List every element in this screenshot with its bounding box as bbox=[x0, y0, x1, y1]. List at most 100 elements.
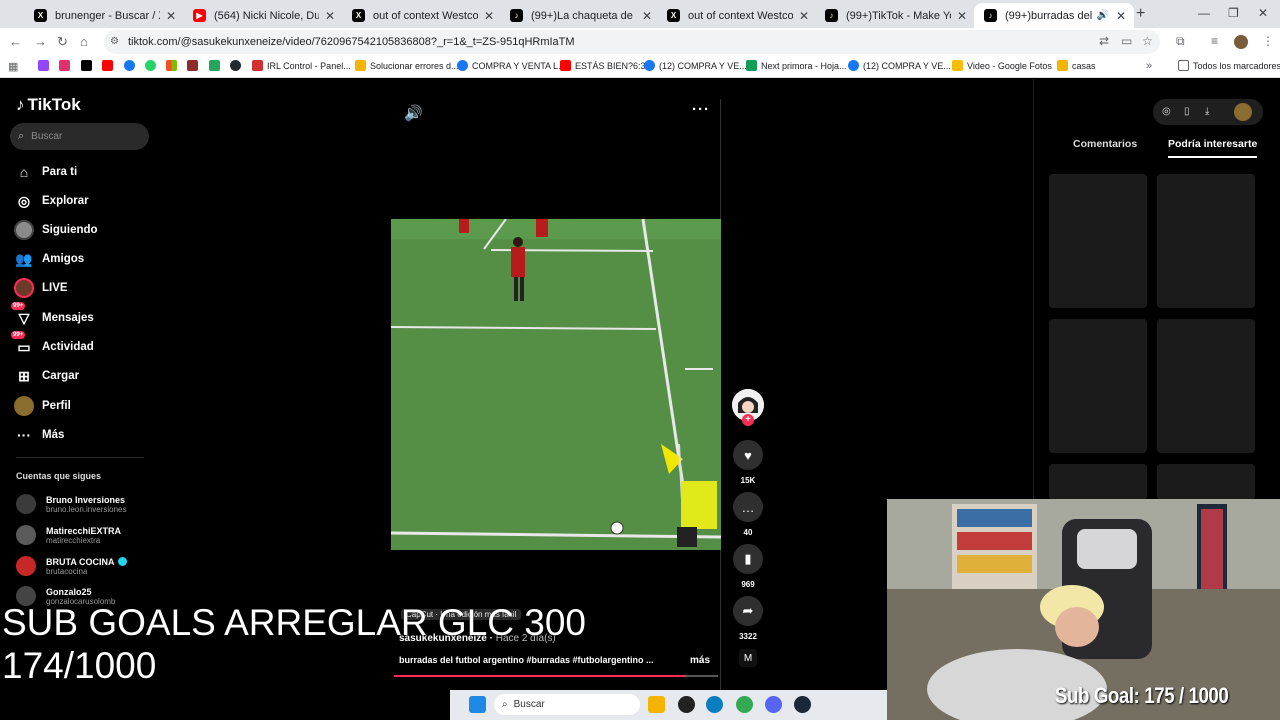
close-tab-icon[interactable]: ✕ bbox=[164, 9, 178, 23]
media-control-icon[interactable]: ≡ bbox=[1211, 34, 1218, 48]
nav-amigos[interactable]: 👥 Amigos bbox=[14, 247, 84, 271]
nav-para-ti[interactable]: ⌂ Para ti bbox=[14, 160, 77, 184]
download-icon[interactable]: ⤓ bbox=[1205, 106, 1209, 117]
search-input[interactable]: ⌕ Buscar bbox=[10, 123, 149, 150]
minimize-icon[interactable]: — bbox=[1198, 6, 1210, 20]
followed-account[interactable]: Bruno Inversiones bruno.leon.inversiones bbox=[16, 494, 127, 514]
tiktok-logo[interactable]: ♪ TikTok bbox=[16, 95, 81, 115]
bookmark-item[interactable]: ESTÁS BIEN?6:33 bbox=[560, 60, 651, 71]
bookmark-item[interactable]: (12) COMPRA Y VE... bbox=[644, 60, 747, 71]
video-progress-bar[interactable] bbox=[394, 675, 718, 677]
back-icon[interactable]: ← bbox=[9, 34, 22, 49]
device-icon[interactable]: ▯ bbox=[1184, 106, 1190, 117]
discord-icon[interactable] bbox=[765, 696, 782, 713]
suggested-video-thumb[interactable] bbox=[1049, 319, 1147, 453]
maximize-icon[interactable]: ❐ bbox=[1228, 6, 1239, 20]
more-options-icon[interactable]: ··· bbox=[692, 101, 710, 118]
nav-siguiendo[interactable]: Siguiendo bbox=[14, 218, 98, 242]
suggested-video-thumb[interactable] bbox=[1049, 174, 1147, 308]
profile-avatar[interactable] bbox=[1234, 103, 1252, 121]
chrome-icon[interactable] bbox=[736, 696, 753, 713]
forward-icon[interactable]: → bbox=[34, 34, 47, 49]
bookmark-item[interactable]: IRL Control - Panel... bbox=[252, 60, 351, 71]
github-desktop-icon[interactable] bbox=[678, 696, 695, 713]
bookmark-icon[interactable] bbox=[187, 60, 202, 71]
instagram-icon[interactable] bbox=[59, 60, 74, 71]
suggested-video-thumb[interactable] bbox=[1049, 464, 1147, 500]
tab-podria-interesarte[interactable]: Podría interesarte bbox=[1168, 138, 1258, 158]
browser-tab[interactable]: X out of context Westcol 👀 en X ✕ bbox=[342, 3, 502, 28]
window-close-icon[interactable]: ✕ bbox=[1258, 6, 1268, 20]
profile-avatar[interactable] bbox=[1234, 35, 1248, 49]
browser-tab[interactable]: X brunenger - Buscar / X ✕ bbox=[24, 3, 184, 28]
chevron-right-icon[interactable]: » bbox=[1146, 60, 1152, 72]
close-tab-icon[interactable]: ✕ bbox=[482, 9, 496, 23]
speaker-icon[interactable]: 🔊 bbox=[1096, 10, 1110, 21]
bookmark-item[interactable]: (12) COMPRA Y VE... bbox=[848, 60, 951, 71]
volume-icon[interactable]: 🔊 bbox=[404, 104, 423, 122]
suggested-video-thumb[interactable] bbox=[1157, 319, 1255, 453]
whatsapp-icon[interactable] bbox=[145, 60, 160, 71]
suggested-video-thumb[interactable] bbox=[1157, 464, 1255, 500]
bookmark-item[interactable]: Video - Google Fotos bbox=[952, 60, 1052, 71]
music-disc[interactable]: M bbox=[731, 649, 765, 667]
browser-tab[interactable]: ▶ (564) Nicki Nicole, Duki - MASO ✕ bbox=[183, 3, 343, 28]
address-bar[interactable]: tiktok.com/@sasukekunxeneize/video/76209… bbox=[104, 30, 1160, 54]
compass-small-icon[interactable]: ◎ bbox=[1162, 106, 1171, 117]
cast-icon[interactable]: ▭ bbox=[1121, 34, 1132, 48]
browser-tab[interactable]: ♪ (99+)La chaqueta de hades66 | ✕ bbox=[500, 3, 660, 28]
windows-start-icon[interactable] bbox=[469, 696, 486, 713]
steam-icon[interactable] bbox=[794, 696, 811, 713]
file-explorer-icon[interactable] bbox=[648, 696, 665, 713]
bookmark-item[interactable]: Next primora - Hoja... bbox=[746, 60, 847, 71]
apps-grid-icon[interactable]: ▦ bbox=[8, 60, 18, 73]
followed-account[interactable]: MatirecchiEXTRA matirecchiextra bbox=[16, 525, 121, 545]
follow-plus-button[interactable]: + bbox=[742, 414, 754, 426]
nav-perfil[interactable]: Perfil bbox=[14, 394, 71, 418]
browser-tab[interactable]: ♪ (99+)TikTok - Make Your Day ✕ bbox=[815, 3, 975, 28]
tab-comentarios[interactable]: Comentarios bbox=[1073, 138, 1137, 150]
save-action[interactable]: ▮ 969 bbox=[731, 544, 765, 589]
bookmark-item[interactable]: COMPRA Y VENTA L... bbox=[457, 60, 566, 71]
nav-live[interactable]: LIVE bbox=[14, 276, 68, 300]
taskbar-search-input[interactable]: ⌕ Buscar bbox=[494, 694, 640, 715]
followed-account[interactable]: BRUTA COCINA brutacocina bbox=[16, 556, 127, 576]
twitch-icon[interactable] bbox=[38, 60, 53, 71]
microsoft-icon[interactable] bbox=[166, 60, 181, 71]
translate-icon[interactable]: ⇄ bbox=[1099, 34, 1109, 48]
close-tab-icon[interactable]: ✕ bbox=[1114, 9, 1128, 23]
close-tab-icon[interactable]: ✕ bbox=[797, 9, 811, 23]
nav-actividad[interactable]: ▭ 99+ Actividad bbox=[11, 331, 94, 359]
close-tab-icon[interactable]: ✕ bbox=[323, 9, 337, 23]
nav-explorar[interactable]: ◎ Explorar bbox=[14, 189, 89, 213]
bookmark-star-icon[interactable]: ☆ bbox=[1142, 34, 1153, 48]
facebook-bookmark-icon[interactable] bbox=[124, 60, 139, 71]
extensions-icon[interactable]: ⧉ bbox=[1176, 34, 1185, 49]
home-icon[interactable]: ⌂ bbox=[80, 34, 88, 49]
github-icon[interactable] bbox=[230, 60, 245, 71]
close-tab-icon[interactable]: ✕ bbox=[640, 9, 654, 23]
bookmark-item[interactable]: Solucionar errores d... bbox=[355, 60, 459, 71]
video-player[interactable] bbox=[391, 219, 721, 550]
suggested-video-thumb[interactable] bbox=[1157, 174, 1255, 308]
browser-tab[interactable]: X out of context Westcol 👀 en X ✕ bbox=[657, 3, 817, 28]
nav-mensajes[interactable]: ▽ 99+ Mensajes bbox=[11, 302, 94, 330]
nav-cargar[interactable]: ⊞ Cargar bbox=[14, 364, 79, 388]
comment-action[interactable]: … 40 bbox=[731, 492, 765, 537]
caption-more-link[interactable]: más bbox=[690, 655, 710, 666]
edge-icon[interactable] bbox=[706, 696, 723, 713]
like-action[interactable]: ♥ 15K bbox=[731, 440, 765, 485]
menu-dots-icon[interactable]: ⋮ bbox=[1262, 34, 1274, 48]
nav-mas[interactable]: ··· Más bbox=[14, 423, 64, 447]
new-tab-icon[interactable]: + bbox=[1136, 5, 1145, 23]
x-bookmark-icon[interactable] bbox=[81, 60, 96, 71]
youtube-bookmark-icon[interactable] bbox=[102, 60, 117, 71]
browser-tab-active[interactable]: ♪ (99+)burradas del futbol ar 🔊 ✕ bbox=[974, 3, 1134, 28]
bookmark-icon[interactable] bbox=[209, 60, 224, 71]
share-action[interactable]: ➦ 3322 bbox=[731, 596, 765, 641]
site-info-icon[interactable]: ⚙ bbox=[110, 36, 119, 47]
reload-icon[interactable]: ↻ bbox=[57, 34, 68, 50]
all-bookmarks-folder[interactable]: Todos los marcadores bbox=[1178, 60, 1280, 71]
close-tab-icon[interactable]: ✕ bbox=[955, 9, 969, 23]
bookmark-folder[interactable]: casas bbox=[1057, 60, 1096, 71]
